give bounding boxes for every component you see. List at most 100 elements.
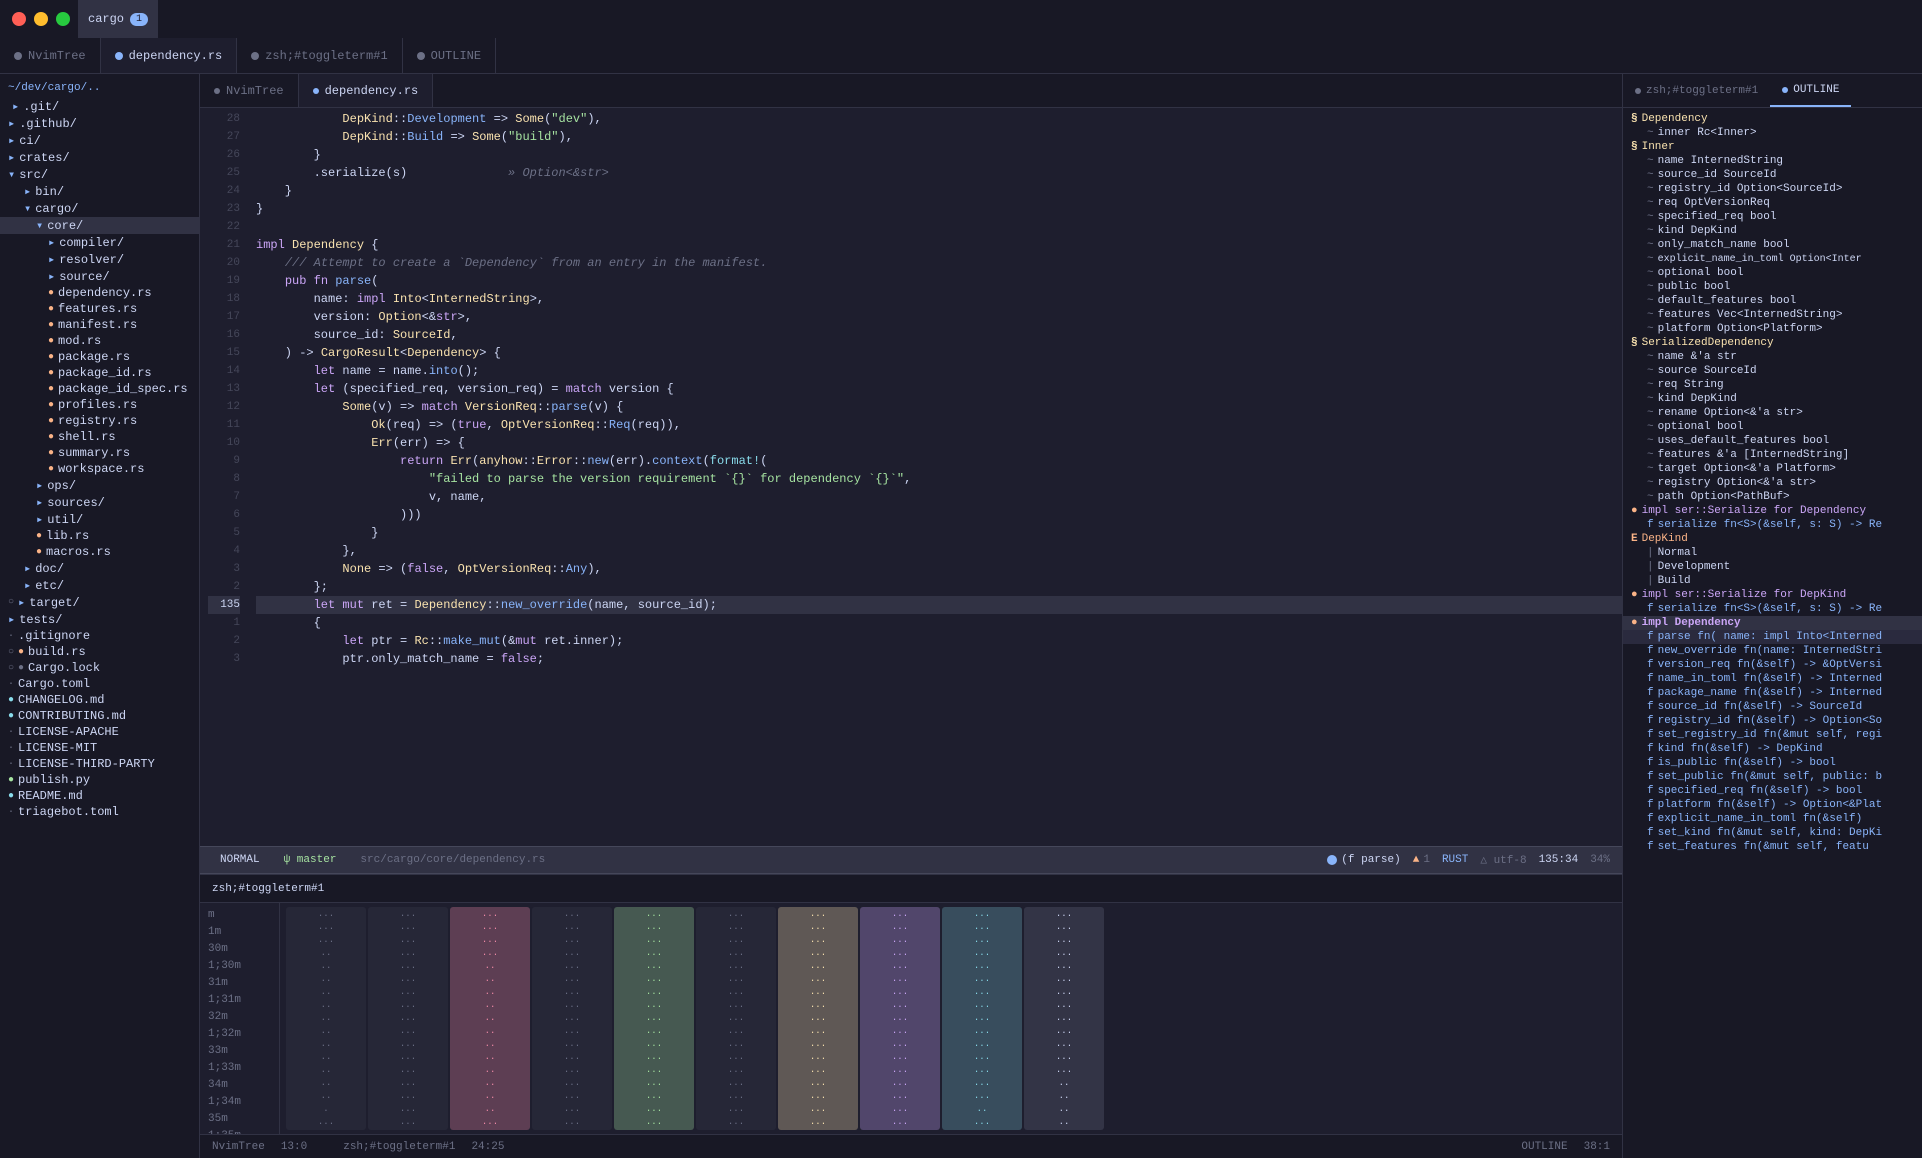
outline-item-explicit-name[interactable]: ~ explicit_name_in_toml Option<Inter bbox=[1623, 252, 1922, 266]
outline-item-source-id[interactable]: ~ source_id SourceId bbox=[1623, 168, 1922, 182]
code-content[interactable]: DepKind::Development => Some("dev"), Dep… bbox=[248, 108, 1622, 846]
outline-item-inner[interactable]: ~ inner Rc<Inner> bbox=[1623, 126, 1922, 140]
sidebar-item-license-mit[interactable]: · LICENSE-MIT bbox=[0, 740, 199, 756]
sidebar-item-registry-rs[interactable]: ● registry.rs bbox=[0, 413, 199, 429]
sidebar-item-sources[interactable]: ▸ sources/ bbox=[0, 494, 199, 511]
outline-item-s-name[interactable]: ~ name &'a str bbox=[1623, 350, 1922, 364]
outline-item-name-in-toml[interactable]: f name_in_toml fn(&self) -> Interned bbox=[1623, 672, 1922, 686]
minimize-button[interactable] bbox=[34, 12, 48, 26]
terminal-content[interactable]: m1m30m1;30m 31m1;31m32m1;32m 33m1;33m34m… bbox=[200, 903, 1622, 1134]
sidebar-item-package-rs[interactable]: ● package.rs bbox=[0, 349, 199, 365]
outline-item-platform-fn[interactable]: f platform fn(&self) -> Option<&Plat bbox=[1623, 798, 1922, 812]
outline-item-name[interactable]: ~ name InternedString bbox=[1623, 154, 1922, 168]
outline-item-registry-id[interactable]: ~ registry_id Option<SourceId> bbox=[1623, 182, 1922, 196]
sidebar-item-changelog[interactable]: ● CHANGELOG.md bbox=[0, 692, 199, 708]
sidebar-item-summary-rs[interactable]: ● summary.rs bbox=[0, 445, 199, 461]
outline-item-inner-struct[interactable]: § Inner bbox=[1623, 140, 1922, 154]
outline-item-impl-serialize-depkind[interactable]: ● impl ser::Serialize for DepKind bbox=[1623, 588, 1922, 602]
outline-item-impl-serialize[interactable]: ● impl ser::Serialize for Dependency bbox=[1623, 504, 1922, 518]
outline-item-features-vec[interactable]: ~ features Vec<InternedString> bbox=[1623, 308, 1922, 322]
outline-item-platform[interactable]: ~ platform Option<Platform> bbox=[1623, 322, 1922, 336]
sidebar-item-workspace-rs[interactable]: ● workspace.rs bbox=[0, 461, 199, 477]
tab-nvimtree[interactable]: NvimTree bbox=[0, 38, 101, 73]
sidebar-item-manifest-rs[interactable]: ● manifest.rs bbox=[0, 317, 199, 333]
outline-item-req[interactable]: ~ req OptVersionReq bbox=[1623, 196, 1922, 210]
sidebar-item-core[interactable]: ▾ core/ bbox=[0, 217, 199, 234]
sidebar-item-cargo-toml[interactable]: · Cargo.toml bbox=[0, 676, 199, 692]
outline-item-public[interactable]: ~ public bool bbox=[1623, 280, 1922, 294]
cargo-tab[interactable]: cargo 1 bbox=[78, 0, 158, 38]
outline-item-dependency[interactable]: § Dependency bbox=[1623, 112, 1922, 126]
code-editor[interactable]: 2827262524 2322212019 1817161514 1312111… bbox=[200, 108, 1622, 846]
sidebar-item-etc[interactable]: ▸ etc/ bbox=[0, 577, 199, 594]
outline-item-s-registry[interactable]: ~ registry Option<&'a str> bbox=[1623, 476, 1922, 490]
outline-item-specified-req[interactable]: ~ specified_req bool bbox=[1623, 210, 1922, 224]
sidebar-item-triagebot[interactable]: · triagebot.toml bbox=[0, 804, 199, 820]
sidebar-item-github[interactable]: ▸ .github/ bbox=[0, 115, 199, 132]
outline-item-only-match[interactable]: ~ only_match_name bool bbox=[1623, 238, 1922, 252]
outline-item-kind[interactable]: ~ kind DepKind bbox=[1623, 224, 1922, 238]
outline-item-is-public[interactable]: f is_public fn(&self) -> bool bbox=[1623, 756, 1922, 770]
outline-item-s-path[interactable]: ~ path Option<PathBuf> bbox=[1623, 490, 1922, 504]
rp-tab-outline[interactable]: OUTLINE bbox=[1770, 74, 1851, 107]
sidebar-item-tests[interactable]: ▸ tests/ bbox=[0, 611, 199, 628]
sidebar-item-ops[interactable]: ▸ ops/ bbox=[0, 477, 199, 494]
outline-item-specified-req-fn[interactable]: f specified_req fn(&self) -> bool bbox=[1623, 784, 1922, 798]
sidebar-item-license-third[interactable]: · LICENSE-THIRD-PARTY bbox=[0, 756, 199, 772]
outline-item-set-kind[interactable]: f set_kind fn(&mut self, kind: DepKi bbox=[1623, 826, 1922, 840]
sidebar-item-mod-rs[interactable]: ● mod.rs bbox=[0, 333, 199, 349]
tab-dependency[interactable]: dependency.rs bbox=[101, 38, 238, 73]
sidebar-item-cargo[interactable]: ▾ cargo/ bbox=[0, 200, 199, 217]
outline-item-s-source[interactable]: ~ source SourceId bbox=[1623, 364, 1922, 378]
outline-item-source-id-fn[interactable]: f source_id fn(&self) -> SourceId bbox=[1623, 700, 1922, 714]
outline-item-normal[interactable]: | Normal bbox=[1623, 546, 1922, 560]
outline-item-package-name[interactable]: f package_name fn(&self) -> Interned bbox=[1623, 686, 1922, 700]
outline-item-s-features[interactable]: ~ features &'a [InternedString] bbox=[1623, 448, 1922, 462]
sidebar-item-crates[interactable]: ▸ crates/ bbox=[0, 149, 199, 166]
outline-item-s-req[interactable]: ~ req String bbox=[1623, 378, 1922, 392]
outline-item-version-req[interactable]: f version_req fn(&self) -> &OptVersi bbox=[1623, 658, 1922, 672]
tab-toggleterm[interactable]: zsh;#toggleterm#1 bbox=[237, 38, 402, 73]
outline-item-s-rename[interactable]: ~ rename Option<&'a str> bbox=[1623, 406, 1922, 420]
outline-item-explicit-name-fn[interactable]: f explicit_name_in_toml fn(&self) bbox=[1623, 812, 1922, 826]
sidebar-item-publish-py[interactable]: ● publish.py bbox=[0, 772, 199, 788]
sidebar-item-features-rs[interactable]: ● features.rs bbox=[0, 301, 199, 317]
sidebar-item-bin[interactable]: ▸ bin/ bbox=[0, 183, 199, 200]
sidebar-item-shell-rs[interactable]: ● shell.rs bbox=[0, 429, 199, 445]
outline-item-s-target[interactable]: ~ target Option<&'a Platform> bbox=[1623, 462, 1922, 476]
sidebar-item-compiler[interactable]: ▸ compiler/ bbox=[0, 234, 199, 251]
outline-item-kind-fn[interactable]: f kind fn(&self) -> DepKind bbox=[1623, 742, 1922, 756]
outline-item-set-features[interactable]: f set_features fn(&mut self, featu bbox=[1623, 840, 1922, 854]
sidebar-item-lib-rs[interactable]: ● lib.rs bbox=[0, 528, 199, 544]
sidebar-item-dependency-rs[interactable]: ● dependency.rs bbox=[0, 285, 199, 301]
sidebar-item-build-rs[interactable]: ○ ● build.rs bbox=[0, 644, 199, 660]
outline-item-serialize-fn[interactable]: f serialize fn<S>(&self, s: S) -> Re bbox=[1623, 518, 1922, 532]
outline-item-build[interactable]: | Build bbox=[1623, 574, 1922, 588]
close-button[interactable] bbox=[12, 12, 26, 26]
outline-item-s-uses-default[interactable]: ~ uses_default_features bool bbox=[1623, 434, 1922, 448]
sidebar-item-source[interactable]: ▸ source/ bbox=[0, 268, 199, 285]
sidebar-item-ci[interactable]: ▸ ci/ bbox=[0, 132, 199, 149]
sidebar-item-util[interactable]: ▸ util/ bbox=[0, 511, 199, 528]
sidebar-item-resolver[interactable]: ▸ resolver/ bbox=[0, 251, 199, 268]
outline-item-serialize-fn-depkind[interactable]: f serialize fn<S>(&self, s: S) -> Re bbox=[1623, 602, 1922, 616]
sidebar-item-profiles-rs[interactable]: ● profiles.rs bbox=[0, 397, 199, 413]
sidebar[interactable]: ~/dev/cargo/.. ▸ .git/ ▸ .github/ ▸ ci/ … bbox=[0, 74, 200, 1158]
outline-item-parse-fn[interactable]: f parse fn( name: impl Into<Interned bbox=[1623, 630, 1922, 644]
sidebar-item-doc[interactable]: ▸ doc/ bbox=[0, 560, 199, 577]
outline-item-impl-dependency[interactable]: ● impl Dependency bbox=[1623, 616, 1922, 630]
tab-outline[interactable]: OUTLINE bbox=[403, 38, 496, 73]
sidebar-item-readme[interactable]: ● README.md bbox=[0, 788, 199, 804]
tab-nvimtree-editor[interactable]: NvimTree bbox=[200, 74, 299, 107]
rp-tab-zsh[interactable]: zsh;#toggleterm#1 bbox=[1623, 74, 1770, 107]
outline-item-set-public[interactable]: f set_public fn(&mut self, public: b bbox=[1623, 770, 1922, 784]
outline-item-set-registry[interactable]: f set_registry_id fn(&mut self, regi bbox=[1623, 728, 1922, 742]
outline-item-s-optional[interactable]: ~ optional bool bbox=[1623, 420, 1922, 434]
sidebar-item-gitignore[interactable]: · .gitignore bbox=[0, 628, 199, 644]
outline-item-serialized[interactable]: § SerializedDependency bbox=[1623, 336, 1922, 350]
outline-item-optional[interactable]: ~ optional bool bbox=[1623, 266, 1922, 280]
sidebar-item-macros-rs[interactable]: ● macros.rs bbox=[0, 544, 199, 560]
sidebar-item-license-apache[interactable]: · LICENSE-APACHE bbox=[0, 724, 199, 740]
outline-item-new-override[interactable]: f new_override fn(name: InternedStri bbox=[1623, 644, 1922, 658]
sidebar-item-target[interactable]: ○ ▸ target/ bbox=[0, 594, 199, 611]
